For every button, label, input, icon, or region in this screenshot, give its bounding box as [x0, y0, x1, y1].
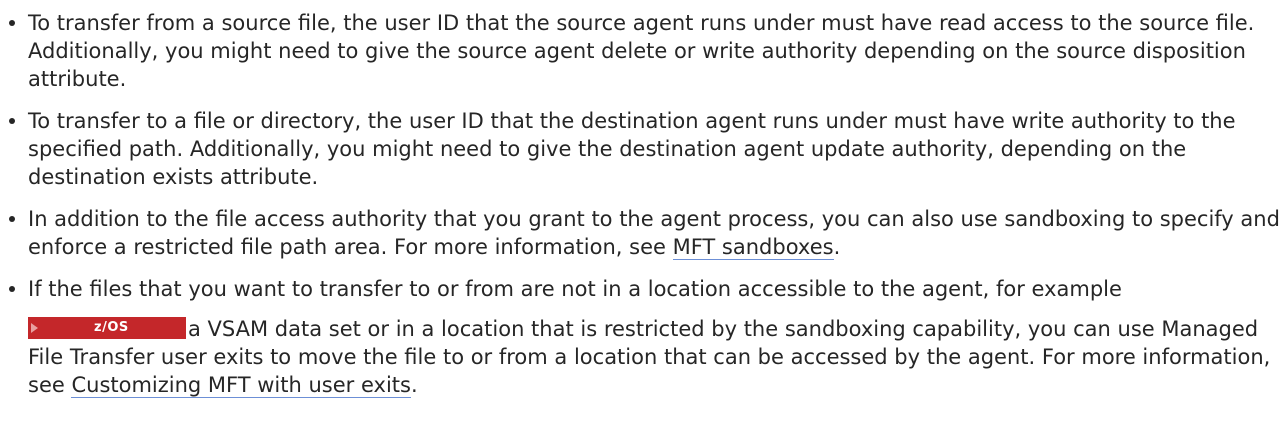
- list-item: To transfer from a source file, the user…: [0, 9, 1284, 93]
- customizing-mft-link[interactable]: Customizing MFT with user exits: [71, 373, 411, 398]
- list-item: To transfer to a file or directory, the …: [0, 107, 1284, 191]
- zos-badge-label: z/OS: [94, 320, 129, 335]
- item-text-after: .: [833, 235, 841, 259]
- bullet-icon: [9, 286, 15, 292]
- bullet-list: To transfer from a source file, the user…: [0, 9, 1284, 399]
- bullet-icon: [9, 118, 15, 124]
- item-text: To transfer to a file or directory, the …: [28, 109, 1236, 189]
- bullet-icon: [9, 20, 15, 26]
- item-text: z/OS a VSAM data set or in a location tha…: [28, 315, 1284, 399]
- item-text: To transfer from a source file, the user…: [28, 11, 1255, 91]
- item-text-after: .: [410, 373, 418, 397]
- mft-sandboxes-link[interactable]: MFT sandboxes: [672, 235, 834, 260]
- bullet-icon: [9, 216, 15, 222]
- list-item: If the files that you want to transfer t…: [0, 275, 1284, 399]
- list-item: In addition to the file access authority…: [0, 205, 1284, 261]
- play-arrow-icon: [31, 323, 38, 333]
- zos-badge: z/OS: [28, 317, 186, 339]
- item-text-line1: If the files that you want to transfer t…: [28, 277, 1122, 301]
- item-text: In addition to the file access authority…: [28, 205, 1284, 261]
- item-text-before: In addition to the file access authority…: [28, 207, 1280, 259]
